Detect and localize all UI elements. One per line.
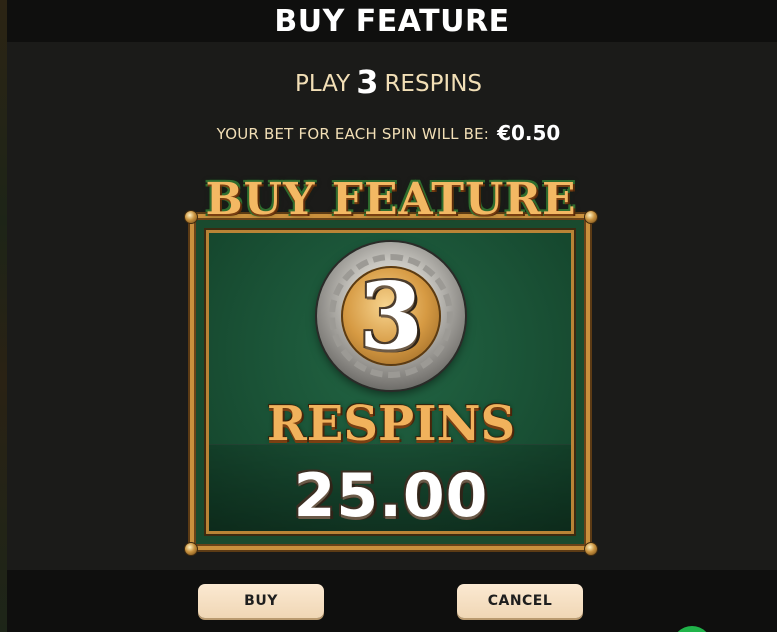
page-title: BUY FEATURE [274,4,510,39]
bet-label: YOUR BET FOR EACH SPIN WILL BE: [216,125,490,143]
coin-number: 3 [358,262,423,370]
respin-count: 3 [356,63,379,101]
respin-coin-icon: 3 [317,242,465,390]
bet-info: YOUR BET FOR EACH SPIN WILL BE: €0.50 [0,120,777,147]
buy-button[interactable]: BUY [198,584,324,618]
feature-price: 25.00 [293,461,489,531]
respins-label: RESPINS [266,396,516,452]
bet-value: €0.50 [497,121,561,145]
feature-panel: BUY FEATURE 3 RESPINS 25.00 [184,170,598,560]
panel-title: BUY FEATURE [205,174,577,225]
frame-corner-ornament [184,542,198,556]
cancel-button[interactable]: CANCEL [457,584,583,618]
frame-corner-ornament [584,542,598,556]
play-suffix: RESPINS [384,71,483,97]
header-bar: BUY FEATURE [7,0,777,42]
play-prefix: PLAY [294,71,351,97]
buy-feature-screen: BUY FEATURE PLAY 3 RESPINS YOUR BET FOR EA… [0,0,777,632]
footer-bar [7,570,777,632]
play-respins-text: PLAY 3 RESPINS [0,64,777,102]
